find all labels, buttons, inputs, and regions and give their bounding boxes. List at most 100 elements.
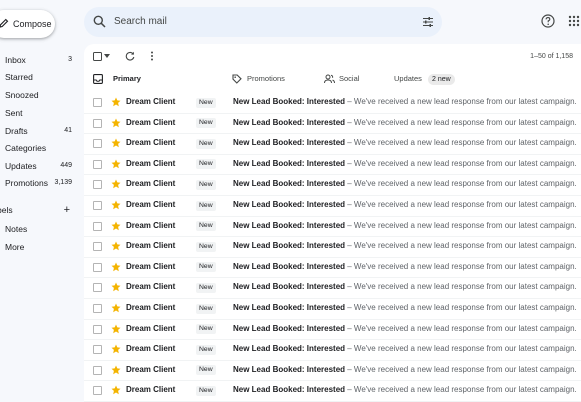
chevron-down-icon[interactable] [104, 54, 110, 59]
select-all-checkbox[interactable] [93, 52, 102, 61]
new-tag: New [196, 324, 216, 335]
email-snippet: – We've received a new lead response fro… [345, 385, 577, 395]
email-row[interactable]: Dream Client New New Lead Booked: Intere… [84, 113, 581, 135]
add-label-button[interactable]: + [64, 202, 70, 218]
row-checkbox[interactable] [93, 386, 102, 396]
star-icon[interactable] [111, 262, 121, 272]
email-subject-line: New Lead Booked: Interested – We've rece… [233, 339, 577, 360]
row-checkbox[interactable] [93, 180, 102, 190]
star-icon[interactable] [111, 221, 121, 231]
email-row[interactable]: Dream Client New New Lead Booked: Intere… [84, 339, 581, 361]
new-tag: New [196, 118, 216, 129]
new-tag: New [196, 344, 216, 355]
refresh-icon[interactable] [125, 51, 135, 61]
star-icon[interactable] [111, 365, 121, 375]
nav-count: 3,139 [54, 179, 72, 186]
sender-name: Dream Client [126, 220, 176, 230]
email-row[interactable]: Dream Client New New Lead Booked: Intere… [84, 195, 581, 217]
star-icon[interactable] [111, 97, 121, 107]
search-bar[interactable]: Search mail [84, 7, 442, 37]
row-checkbox[interactable] [93, 365, 102, 375]
row-checkbox[interactable] [93, 221, 102, 231]
row-checkbox[interactable] [93, 98, 102, 107]
tab-primary[interactable]: Primary [113, 68, 141, 90]
help-icon[interactable] [541, 14, 555, 28]
star-icon[interactable] [111, 179, 121, 189]
row-checkbox[interactable] [93, 283, 102, 293]
labels-heading: bels + [0, 202, 78, 218]
tab-social[interactable]: Social [339, 68, 359, 90]
email-subject: New Lead Booked: Interested [233, 303, 346, 312]
new-tag: New [196, 262, 216, 273]
email-snippet: – We've received a new lead response fro… [345, 323, 577, 333]
star-icon[interactable] [111, 159, 121, 169]
star-icon[interactable] [111, 138, 121, 148]
nav-item-starred[interactable]: Starred [0, 69, 78, 85]
email-row[interactable]: Dream Client New New Lead Booked: Intere… [84, 236, 581, 258]
nav-item-categories[interactable]: Categories [0, 140, 78, 156]
compose-label: Compose [13, 19, 52, 29]
email-row[interactable]: Dream Client New New Lead Booked: Intere… [84, 216, 581, 238]
row-checkbox[interactable] [93, 345, 102, 355]
row-checkbox[interactable] [93, 324, 102, 334]
nav-item-promotions[interactable]: Promotions 3,139 [0, 175, 78, 191]
email-subject: New Lead Booked: Interested [233, 364, 346, 374]
email-row[interactable]: Dream Client New New Lead Booked: Intere… [84, 257, 581, 279]
email-row[interactable]: Dream Client New New Lead Booked: Intere… [84, 174, 581, 196]
filter-options-icon[interactable] [422, 16, 434, 28]
email-row[interactable]: Dream Client New New Lead Booked: Intere… [84, 380, 581, 402]
more-options-icon[interactable] [150, 51, 154, 61]
nav-item-drafts[interactable]: Drafts 41 [0, 123, 78, 139]
sender-name: Dream Client [126, 364, 176, 374]
email-subject-line: New Lead Booked: Interested – We've rece… [233, 216, 577, 237]
sender-name: Dream Client [126, 261, 176, 271]
email-row[interactable]: Dream Client New New Lead Booked: Intere… [84, 133, 581, 155]
search-input[interactable]: Search mail [114, 16, 167, 27]
nav-item-inbox[interactable]: Inbox 3 [0, 52, 78, 68]
email-subject: New Lead Booked: Interested [233, 323, 346, 333]
email-row[interactable]: Dream Client New New Lead Booked: Intere… [84, 154, 581, 176]
email-snippet: – We've received a new lead response fro… [345, 220, 577, 230]
row-checkbox[interactable] [93, 139, 102, 149]
label-name: Notes [5, 224, 28, 234]
row-checkbox[interactable] [93, 242, 102, 252]
email-row[interactable]: Dream Client New New Lead Booked: Intere… [84, 360, 581, 382]
email-row[interactable]: Dream Client New New Lead Booked: Intere… [84, 298, 581, 320]
email-row[interactable]: Dream Client New New Lead Booked: Intere… [84, 277, 581, 299]
row-checkbox[interactable] [93, 201, 102, 210]
star-icon[interactable] [111, 344, 121, 354]
row-checkbox[interactable] [93, 118, 102, 128]
star-icon[interactable] [111, 385, 121, 395]
inbox-icon [93, 74, 103, 84]
email-snippet: – We've received a new lead response fro… [345, 117, 577, 127]
star-icon[interactable] [111, 303, 121, 313]
star-icon[interactable] [111, 200, 121, 210]
email-row[interactable]: Dream Client New New Lead Booked: Intere… [84, 92, 581, 114]
nav-item-sent[interactable]: Sent [0, 105, 78, 121]
nav-count: 41 [64, 127, 72, 134]
row-checkbox[interactable] [93, 304, 102, 313]
tab-promotions[interactable]: Promotions [247, 68, 285, 90]
row-checkbox[interactable] [93, 262, 102, 272]
new-badge: 2 new [428, 74, 455, 85]
compose-button[interactable]: Compose [0, 10, 55, 38]
tab-updates[interactable]: Updates 2 new [394, 68, 455, 90]
nav-item-more[interactable]: More [0, 239, 78, 255]
star-icon[interactable] [111, 241, 121, 251]
star-icon[interactable] [111, 282, 121, 292]
apps-grid-icon[interactable] [568, 15, 580, 27]
new-tag: New [196, 282, 216, 293]
email-subject-line: New Lead Booked: Interested – We've rece… [233, 319, 577, 340]
row-checkbox[interactable] [93, 159, 102, 169]
email-subject-line: New Lead Booked: Interested – We've rece… [233, 257, 577, 278]
star-icon[interactable] [111, 324, 121, 334]
email-snippet: – We've received a new lead response fro… [345, 261, 577, 271]
nav-item-snoozed[interactable]: Snoozed [0, 87, 78, 103]
labels-heading-text: bels [0, 205, 13, 215]
nav-item-updates[interactable]: Updates 449 [0, 158, 78, 174]
email-row[interactable]: Dream Client New New Lead Booked: Intere… [84, 319, 581, 341]
new-tag: New [196, 221, 216, 232]
label-item-notes[interactable]: Notes [0, 221, 78, 237]
star-icon[interactable] [111, 118, 121, 128]
new-tag: New [196, 159, 216, 170]
